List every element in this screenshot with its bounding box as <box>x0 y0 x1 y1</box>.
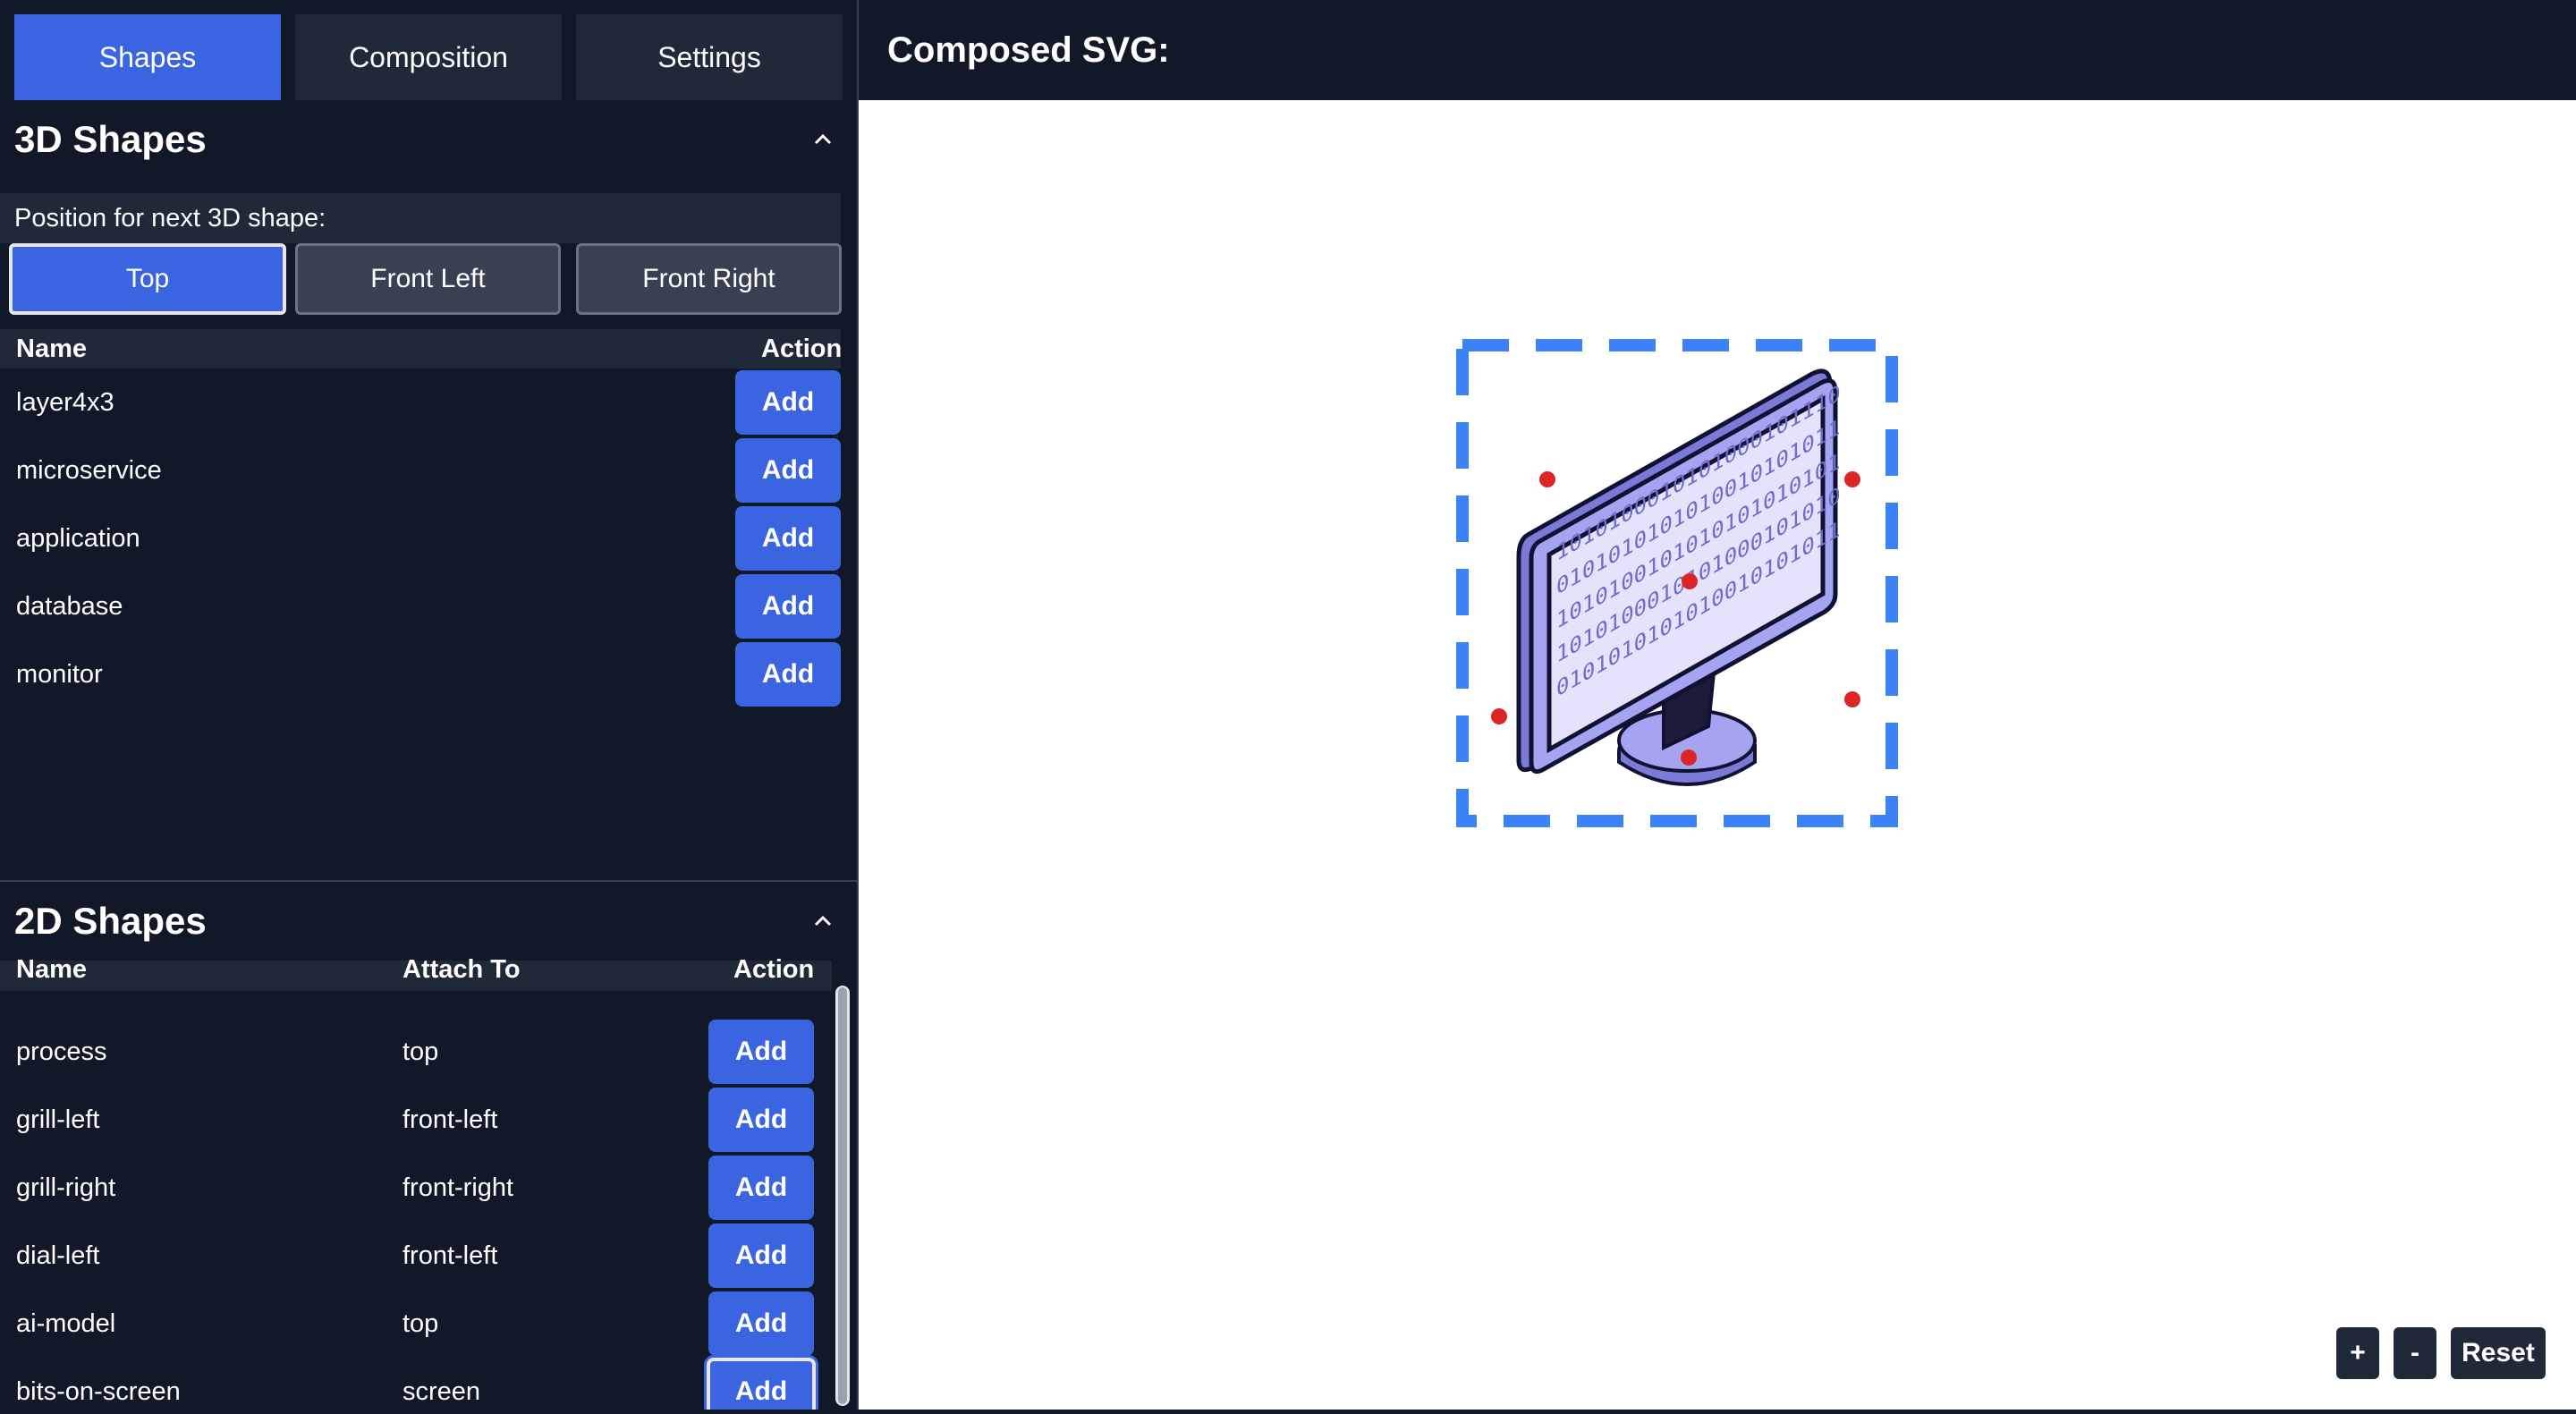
table-row: grill-right front-right Add <box>0 1154 832 1222</box>
anchor-handle[interactable] <box>1682 573 1698 589</box>
shape-name: monitor <box>16 660 103 689</box>
tab-shapes[interactable]: Shapes <box>14 14 281 100</box>
column-action: Action <box>733 957 815 984</box>
shape-name: grill-left <box>16 1105 100 1134</box>
anchor-handle[interactable] <box>1844 691 1860 707</box>
add-button[interactable]: Add <box>735 506 841 571</box>
section-divider <box>0 880 857 882</box>
shape-name: database <box>16 592 123 621</box>
position-top-button[interactable]: Top <box>9 243 286 315</box>
tab-composition[interactable]: Composition <box>295 14 562 100</box>
preview-header: Composed SVG: <box>859 0 2576 100</box>
add-button[interactable]: Add <box>735 574 841 639</box>
shape-name: grill-right <box>16 1173 116 1202</box>
shape-name: microservice <box>16 456 162 485</box>
anchor-handle[interactable] <box>1844 471 1860 487</box>
chevron-up-icon[interactable] <box>803 120 843 159</box>
attach-to: top <box>402 1309 439 1338</box>
add-button[interactable]: Add <box>735 370 841 435</box>
column-attach-to: Attach To <box>402 957 521 984</box>
zoom-out-button[interactable]: - <box>2394 1327 2436 1379</box>
section-3d-header[interactable]: 3D Shapes <box>0 102 857 177</box>
add-button[interactable]: Add <box>708 1156 814 1220</box>
attach-to: front-right <box>402 1173 514 1202</box>
table-row: grill-left front-left Add <box>0 1086 832 1154</box>
preview-title: Composed SVG: <box>887 30 1170 70</box>
shape-name: layer4x3 <box>16 388 114 417</box>
position-label: Position for next 3D shape: <box>0 193 841 243</box>
column-action: Action <box>761 334 843 363</box>
add-button[interactable]: Add <box>707 1358 816 1410</box>
attach-to: front-left <box>402 1241 498 1270</box>
add-button[interactable]: Add <box>735 642 841 707</box>
attach-to: screen <box>402 1377 481 1406</box>
add-button[interactable]: Add <box>708 1020 814 1084</box>
scrollbar-thumb[interactable] <box>838 987 847 1404</box>
tab-settings[interactable]: Settings <box>576 14 843 100</box>
left-panel: Shapes Composition Settings 3D Shapes Po… <box>0 0 859 1410</box>
position-front-right-button[interactable]: Front Right <box>576 243 842 315</box>
chevron-up-icon[interactable] <box>803 902 843 941</box>
add-button[interactable]: Add <box>735 438 841 503</box>
shape-name: application <box>16 524 140 553</box>
table-3d-header: Name Action <box>0 329 843 368</box>
reset-button[interactable]: Reset <box>2451 1327 2546 1379</box>
tab-bar: Shapes Composition Settings <box>0 0 857 100</box>
table-2d-header: Name Attach To Action <box>0 957 832 991</box>
table-row: dial-left front-left Add <box>0 1222 832 1290</box>
attach-to: front-left <box>402 1105 498 1134</box>
table-row: layer4x3 Add <box>0 368 841 436</box>
section-3d-title: 3D Shapes <box>14 118 207 160</box>
anchor-handle[interactable] <box>1539 471 1555 487</box>
table-row: process top Add <box>0 1018 832 1086</box>
table-2d-scroll[interactable]: Name Attach To Action process top Add gr… <box>0 957 857 1410</box>
table-row: ai-model top Add <box>0 1290 832 1358</box>
add-button[interactable]: Add <box>708 1223 814 1288</box>
anchor-handle[interactable] <box>1681 749 1697 766</box>
table-row: monitor Add <box>0 640 841 708</box>
table-row: application Add <box>0 504 841 572</box>
composed-svg: 1010100010101000101110 01010101010100101… <box>1456 339 1898 827</box>
zoom-in-button[interactable]: + <box>2336 1327 2379 1379</box>
shape-name: ai-model <box>16 1309 116 1338</box>
section-2d-header[interactable]: 2D Shapes <box>0 884 857 959</box>
shape-name: process <box>16 1037 107 1066</box>
add-button[interactable]: Add <box>708 1088 814 1152</box>
svg-canvas[interactable]: 1010100010101000101110 01010101010100101… <box>859 100 2576 1410</box>
table-row: microservice Add <box>0 436 841 504</box>
shape-name: dial-left <box>16 1241 100 1270</box>
section-2d-title: 2D Shapes <box>14 900 207 942</box>
column-name: Name <box>16 957 87 984</box>
shape-name: bits-on-screen <box>16 1377 181 1406</box>
monitor-icon[interactable]: 1010100010101000101110 01010101010100101… <box>1516 368 1841 786</box>
column-name: Name <box>16 334 87 363</box>
table-row: bits-on-screen screen Add <box>0 1358 832 1410</box>
add-button[interactable]: Add <box>708 1291 814 1356</box>
attach-to: top <box>402 1037 439 1066</box>
anchor-handle[interactable] <box>1491 708 1507 724</box>
position-front-left-button[interactable]: Front Left <box>295 243 561 315</box>
table-row: database Add <box>0 572 841 640</box>
